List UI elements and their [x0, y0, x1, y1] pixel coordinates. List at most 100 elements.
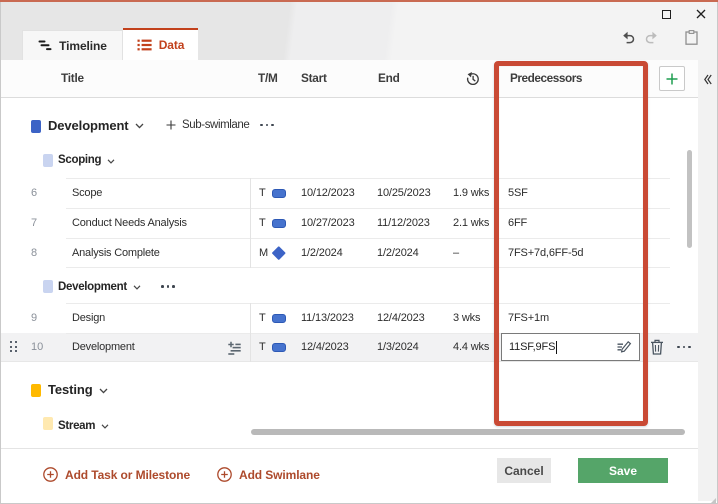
task-type-letter: T: [259, 187, 266, 199]
sub-swimlane-title-group[interactable]: Development: [58, 270, 141, 303]
tab-data-label: Data: [158, 38, 185, 52]
resize-gripper-icon: [710, 498, 716, 504]
circle-plus-icon: [43, 467, 58, 482]
task-title[interactable]: Design: [72, 303, 105, 333]
maximize-button[interactable]: [661, 9, 671, 19]
sub-swimlane-title-group[interactable]: Scoping: [58, 144, 115, 176]
task-title[interactable]: Scope: [72, 178, 102, 208]
task-duration[interactable]: 4.4 wks: [453, 333, 489, 361]
sub-swimlane-title-group[interactable]: Stream: [58, 409, 109, 431]
chevron-down-icon[interactable]: [107, 158, 115, 164]
gantt-bars-icon: [38, 40, 52, 51]
plus-icon: [666, 73, 678, 84]
task-type-letter: T: [259, 312, 266, 324]
task-title[interactable]: Development: [72, 333, 135, 361]
swimlane-more-button[interactable]: [260, 123, 274, 127]
chevron-down-icon[interactable]: [135, 123, 144, 129]
vertical-scrollbar[interactable]: [687, 150, 692, 248]
task-duration[interactable]: –: [453, 238, 459, 268]
chevron-down-icon[interactable]: [99, 388, 108, 394]
add-column-button[interactable]: [659, 66, 685, 91]
sub-swimlane-color-square: [43, 417, 53, 430]
circle-plus-icon: [217, 467, 232, 482]
task-start-date[interactable]: 12/4/2023: [301, 333, 349, 361]
task-bar-icon[interactable]: [272, 218, 286, 228]
task-bar-icon[interactable]: [272, 188, 286, 198]
indent-task-icon[interactable]: [228, 341, 241, 360]
swimlane-title[interactable]: Testing: [48, 382, 93, 397]
milestone-diamond-icon[interactable]: [271, 246, 285, 260]
column-separator: [250, 178, 251, 268]
task-duration[interactable]: 2.1 wks: [453, 208, 489, 238]
task-end-date[interactable]: 10/25/2023: [377, 178, 431, 208]
task-number: 9: [31, 312, 38, 324]
task-type-letter: T: [259, 217, 266, 229]
column-header-end[interactable]: End: [378, 60, 400, 97]
task-start-date[interactable]: 10/27/2023: [301, 208, 355, 238]
sub-swimlane-title[interactable]: Scoping: [58, 154, 102, 166]
close-button[interactable]: [696, 9, 706, 19]
collapse-pane-button[interactable]: [704, 72, 712, 90]
delete-row-button[interactable]: [650, 339, 664, 360]
close-icon: [696, 9, 706, 19]
column-header-tm[interactable]: T/M: [258, 60, 278, 97]
timeline-data-dialog: Timeline Data Title T/M Start End Predec…: [0, 0, 718, 504]
sub-swimlane-title[interactable]: Development: [58, 281, 127, 293]
swimlane-color-square: [31, 120, 41, 133]
column-header-duration[interactable]: [465, 71, 481, 92]
redo-button[interactable]: [645, 31, 658, 49]
add-sub-swimlane-button[interactable]: Sub-swimlane: [166, 107, 250, 143]
undo-icon: [623, 31, 635, 44]
task-end-date[interactable]: 11/12/2023: [377, 208, 430, 238]
tab-timeline[interactable]: Timeline: [22, 30, 123, 60]
task-end-date[interactable]: 1/2/2024: [377, 238, 419, 268]
task-title[interactable]: Conduct Needs Analysis: [72, 208, 187, 238]
column-separator: [250, 303, 251, 362]
task-type-letter: M: [259, 247, 269, 259]
task-bar-icon[interactable]: [272, 342, 286, 352]
swimlane-title[interactable]: Development: [48, 118, 129, 133]
swimlane-title-group[interactable]: Development: [48, 107, 144, 143]
tab-data[interactable]: Data: [123, 28, 198, 60]
save-button[interactable]: Save: [578, 458, 668, 483]
task-start-date[interactable]: 1/2/2024: [301, 238, 343, 268]
chevron-down-icon[interactable]: [101, 424, 109, 429]
add-sub-swimlane-label: Sub-swimlane: [182, 119, 250, 131]
swimlane-title-group[interactable]: Testing: [48, 374, 108, 405]
window-accent-line: [0, 0, 718, 2]
clipboard-button[interactable]: [685, 30, 698, 50]
history-clock-icon: [466, 72, 479, 86]
task-start-date[interactable]: 10/12/2023: [301, 178, 355, 208]
task-title[interactable]: Analysis Complete: [72, 238, 160, 268]
add-swimlane-label: Add Swimlane: [239, 467, 320, 482]
cancel-button[interactable]: Cancel: [497, 458, 551, 483]
resize-gripper[interactable]: [708, 493, 716, 504]
task-number: 7: [31, 217, 38, 229]
task-type-letter: T: [259, 341, 266, 353]
chevron-down-icon[interactable]: [133, 285, 141, 290]
task-end-date[interactable]: 1/3/2024: [377, 333, 419, 361]
row-more-button[interactable]: [677, 345, 691, 349]
sub-swimlane-more-button[interactable]: [161, 285, 175, 288]
column-header-start[interactable]: Start: [301, 60, 327, 97]
horizontal-scrollbar[interactable]: [251, 429, 685, 435]
bullet-list-icon: [137, 39, 152, 51]
task-bar-icon[interactable]: [272, 313, 286, 323]
undo-button[interactable]: [622, 31, 635, 49]
add-swimlane-button[interactable]: Add Swimlane: [217, 467, 320, 482]
swimlane-color-square: [31, 383, 41, 397]
footer: Add Task or Milestone Add Swimlane Cance…: [1, 448, 698, 503]
sub-swimlane-color-square: [43, 154, 53, 167]
task-duration[interactable]: 3 wks: [453, 303, 481, 333]
task-number: 10: [31, 341, 44, 353]
column-header-title[interactable]: Title: [61, 60, 84, 97]
task-duration[interactable]: 1.9 wks: [453, 178, 489, 208]
sub-swimlane-title[interactable]: Stream: [58, 420, 96, 432]
add-task-button[interactable]: Add Task or Milestone: [43, 467, 190, 482]
task-start-date[interactable]: 11/13/2023: [301, 303, 354, 333]
task-end-date[interactable]: 12/4/2023: [377, 303, 425, 333]
side-strip: [698, 60, 717, 501]
add-task-label: Add Task or Milestone: [65, 467, 191, 482]
double-chevron-left-icon: [704, 74, 712, 85]
drag-handle-icon[interactable]: [10, 341, 18, 353]
